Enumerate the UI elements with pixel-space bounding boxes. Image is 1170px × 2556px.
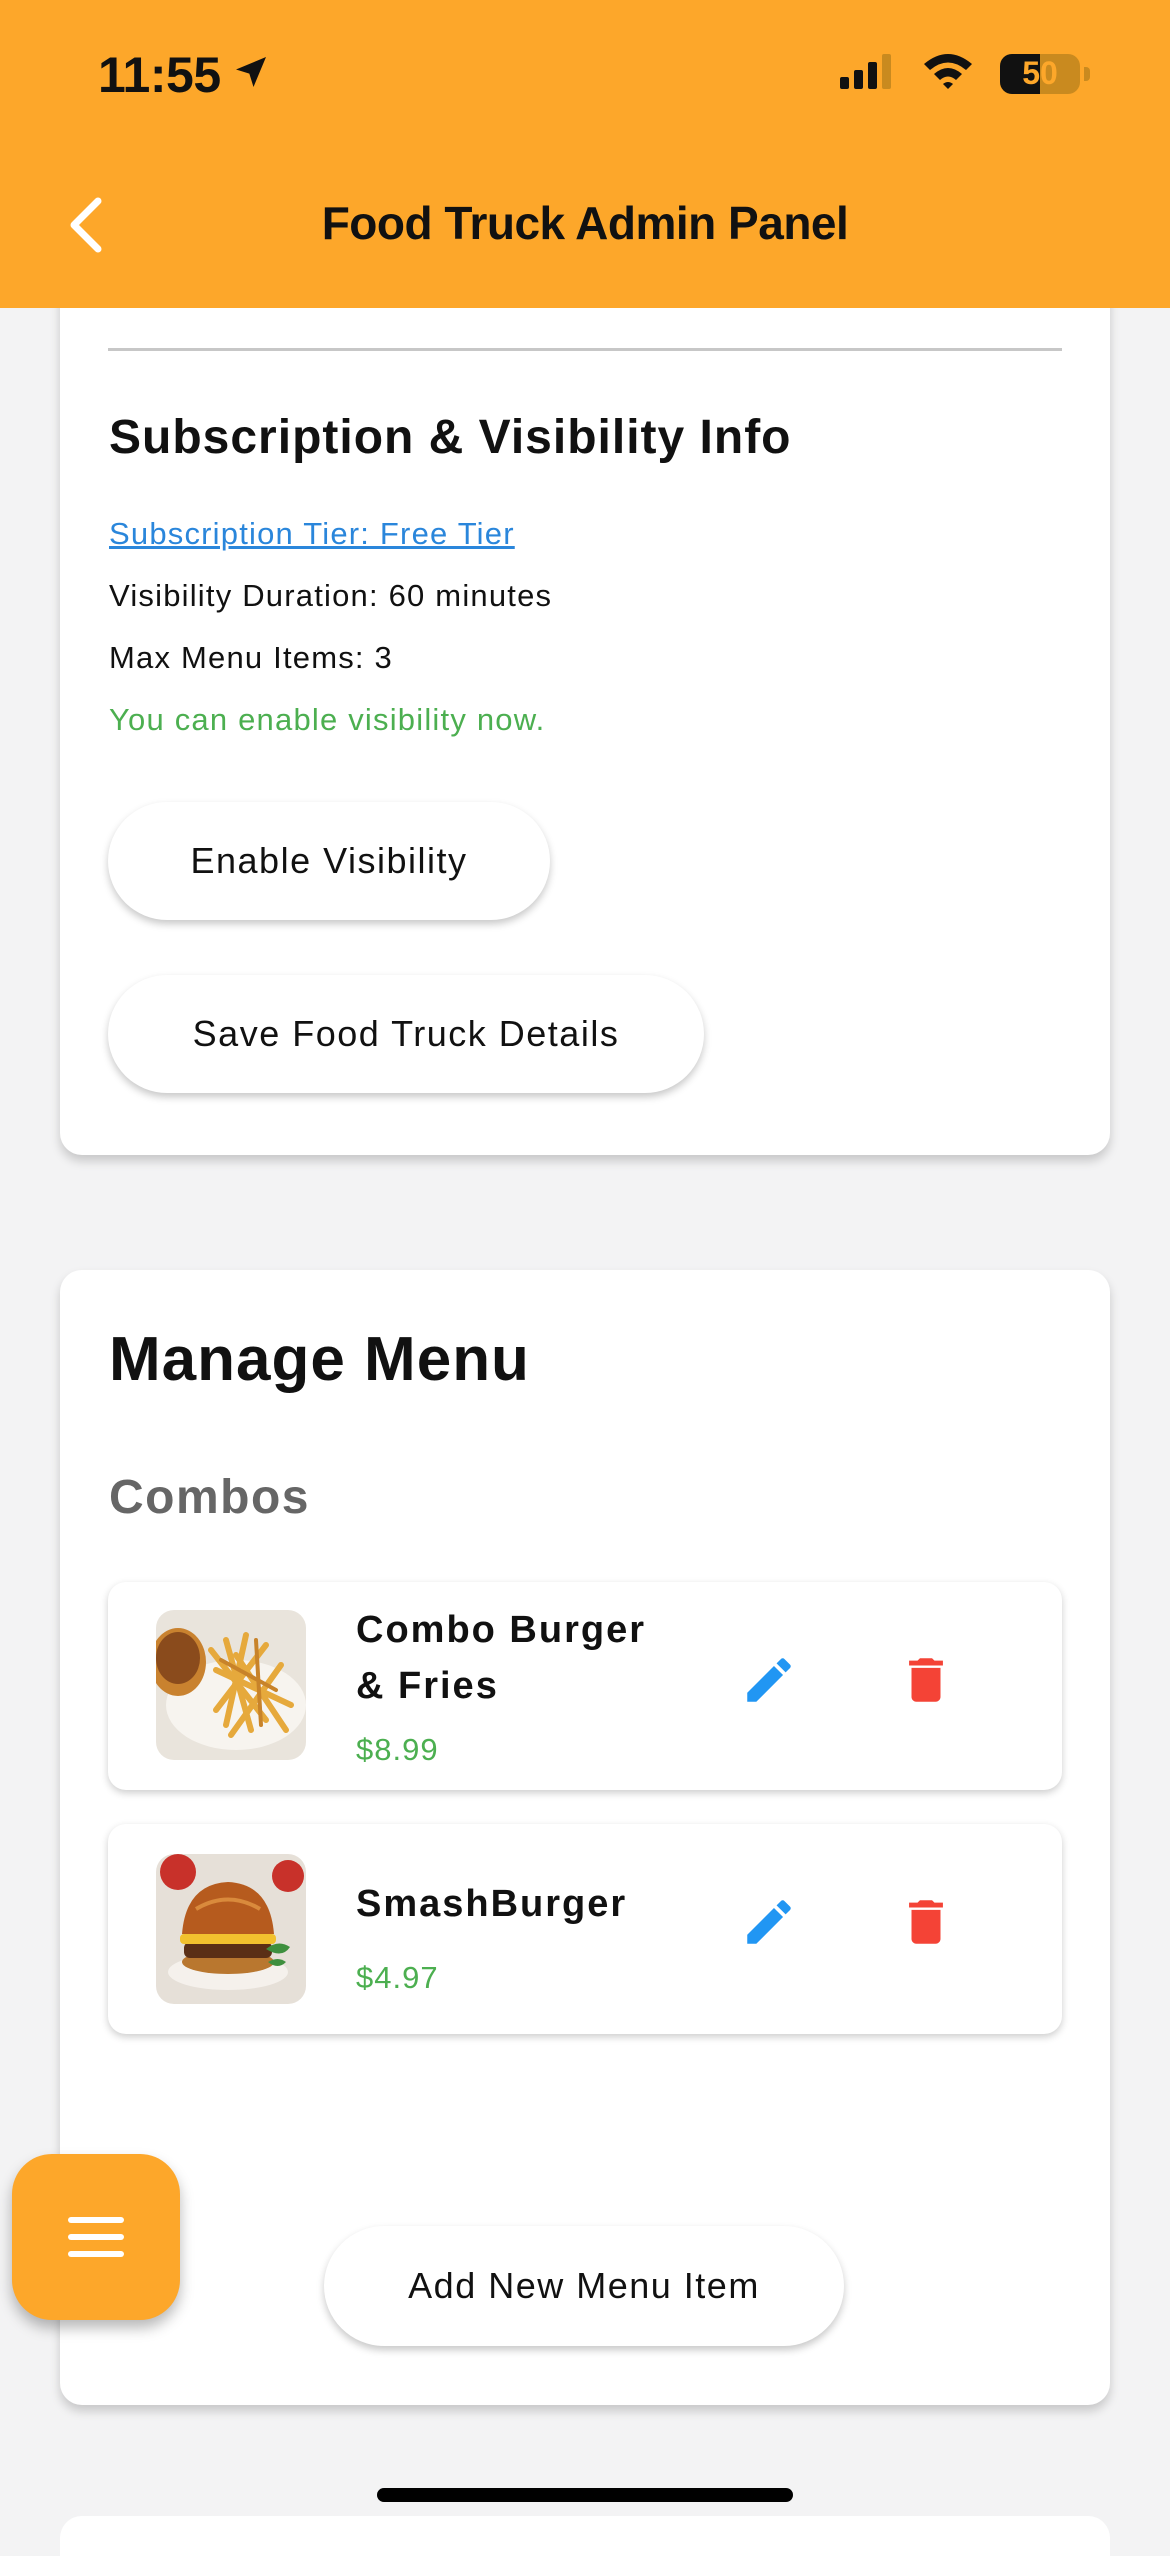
status-time: 11:55: [98, 46, 271, 104]
enable-visibility-button[interactable]: Enable Visibility: [108, 802, 550, 920]
section-divider: [108, 348, 1062, 351]
smashburger-image: [156, 1854, 306, 2004]
add-menu-item-label: Add New Menu Item: [408, 2265, 760, 2306]
edit-item-button[interactable]: [734, 1887, 804, 1957]
menu-item-card: SmashBurger $4.97: [108, 1824, 1062, 2034]
status-time-text: 11:55: [98, 47, 221, 103]
wifi-icon: [922, 52, 974, 95]
menu-item-name: SmashBurger: [356, 1883, 628, 1925]
save-food-truck-button[interactable]: Save Food Truck Details: [108, 975, 704, 1093]
manage-menu-card: Manage Menu Combos Combo Burger & Fries …: [60, 1270, 1110, 2405]
home-indicator[interactable]: [377, 2488, 793, 2502]
subscription-tier-link[interactable]: Subscription Tier: Free Tier: [109, 516, 515, 552]
app-header: 11:55 50 Food Truck Admin Panel: [0, 0, 1170, 308]
category-title: Combos: [109, 1471, 310, 1524]
next-card-edge: [60, 2516, 1110, 2556]
location-arrow-icon: [231, 46, 271, 104]
status-indicators: 50: [840, 52, 1090, 95]
pencil-icon: [747, 1658, 791, 1702]
trash-icon: [909, 1658, 943, 1702]
manage-menu-title: Manage Menu: [109, 1325, 530, 1394]
hamburger-menu-icon: [68, 2217, 124, 2257]
visibility-status-message: You can enable visibility now.: [109, 702, 546, 737]
subscription-title: Subscription & Visibility Info: [109, 411, 792, 464]
save-food-truck-label: Save Food Truck Details: [192, 1013, 620, 1054]
visibility-duration-text: Visibility Duration: 60 minutes: [109, 578, 553, 613]
delete-item-button[interactable]: [891, 1887, 961, 1957]
menu-fab-button[interactable]: [12, 2154, 180, 2320]
battery-icon: 50: [1000, 53, 1080, 94]
add-menu-item-button[interactable]: Add New Menu Item: [324, 2226, 844, 2346]
menu-item-name-line2: & Fries: [356, 1665, 499, 1707]
combo-burger-fries-image: [156, 1610, 306, 1760]
edit-item-button[interactable]: [734, 1645, 804, 1715]
menu-item-price: $8.99: [356, 1732, 439, 1767]
max-menu-items-text: Max Menu Items: 3: [109, 640, 393, 675]
menu-item-name-line1: Combo Burger: [356, 1609, 646, 1651]
menu-item-name: Combo Burger & Fries: [356, 1602, 646, 1714]
battery-cap: [1084, 66, 1090, 81]
menu-item-price: $4.97: [356, 1960, 439, 1995]
subscription-card: Subscription & Visibility Info Subscript…: [60, 270, 1110, 1155]
battery-level: 50: [1022, 55, 1058, 91]
page-title: Food Truck Admin Panel: [321, 197, 849, 249]
pencil-icon: [747, 1900, 791, 1944]
enable-visibility-label: Enable Visibility: [190, 840, 468, 881]
cellular-signal-icon: [840, 53, 896, 94]
delete-item-button[interactable]: [891, 1645, 961, 1715]
trash-icon: [909, 1900, 943, 1944]
menu-item-card: Combo Burger & Fries $8.99: [108, 1582, 1062, 1790]
